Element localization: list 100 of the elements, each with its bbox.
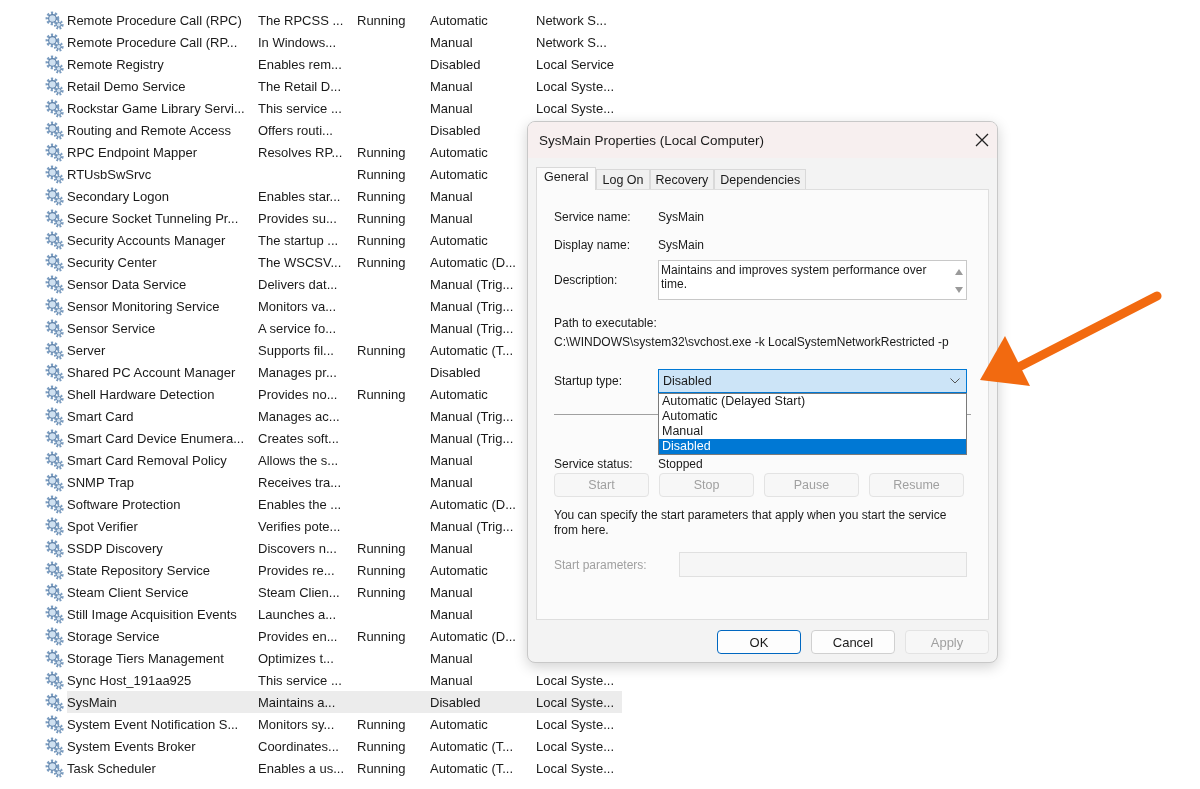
table-row[interactable]: Retail Demo Service The Retail D... Manual Local Syste...: [67, 75, 622, 97]
tab[interactable]: General: [536, 167, 597, 190]
service-description: Launches a...: [258, 606, 337, 622]
table-row[interactable]: Remote Procedure Call (RP... In Windows... Manual Network S...: [67, 31, 622, 53]
close-icon[interactable]: [975, 133, 989, 147]
dropdown-option[interactable]: Manual: [659, 424, 966, 439]
service-name[interactable]: Task Scheduler: [67, 760, 156, 776]
service-name[interactable]: System Events Broker: [67, 738, 196, 754]
service-status: Running: [357, 540, 406, 556]
service-name[interactable]: Smart Card Removal Policy: [67, 452, 227, 468]
scroll-down-icon[interactable]: [955, 287, 963, 293]
service-description: Provides su...: [258, 210, 337, 226]
dropdown-option[interactable]: Automatic: [659, 409, 966, 424]
dialog-button[interactable]: Cancel: [811, 630, 895, 654]
service-name[interactable]: Spot Verifier: [67, 518, 138, 534]
gears-icon: [44, 230, 64, 250]
log-on-as: Local Syste...: [536, 760, 615, 776]
path-value: C:\WINDOWS\system32\svchost.exe -k LocalSystemNetworkRestricted -p: [554, 335, 950, 349]
startup-type: Disabled: [430, 56, 481, 72]
service-name[interactable]: Sync Host_191aa925: [67, 672, 192, 688]
service-name[interactable]: RTUsbSwSrvc: [67, 166, 152, 182]
startup-type: Automatic: [430, 386, 488, 402]
startup-type: Automatic: [430, 166, 488, 182]
log-on-as: Local Syste...: [536, 738, 615, 754]
table-row[interactable]: Remote Registry Enables rem... Disabled Local Service: [67, 53, 622, 75]
dropdown-option[interactable]: Disabled: [659, 439, 966, 454]
dialog-button[interactable]: OK: [717, 630, 801, 654]
service-name[interactable]: SSDP Discovery: [67, 540, 163, 556]
gears-icon: [44, 164, 64, 184]
service-description: The Retail D...: [258, 78, 342, 94]
startup-type: Manual: [430, 606, 473, 622]
log-on-as: Network S...: [536, 12, 607, 28]
scroll-up-icon[interactable]: [955, 269, 963, 275]
service-name[interactable]: Sensor Service: [67, 320, 156, 336]
startup-type: Automatic (D...: [430, 254, 516, 270]
service-description: Enables star...: [258, 188, 341, 204]
service-description: Steam Clien...: [258, 584, 340, 600]
service-description: This service ...: [258, 100, 342, 116]
service-name[interactable]: Shell Hardware Detection: [67, 386, 215, 402]
startup-type: Manual: [430, 650, 473, 666]
service-description: The WSCSV...: [258, 254, 342, 270]
log-on-as: Network S...: [536, 34, 607, 50]
service-name[interactable]: Rockstar Game Library Servi...: [67, 100, 245, 116]
service-name[interactable]: Remote Registry: [67, 56, 164, 72]
service-name[interactable]: Security Accounts Manager: [67, 232, 226, 248]
service-description: Enables the ...: [258, 496, 342, 512]
service-name[interactable]: Steam Client Service: [67, 584, 189, 600]
service-name[interactable]: Secondary Logon: [67, 188, 169, 204]
service-name[interactable]: Storage Service: [67, 628, 160, 644]
service-name[interactable]: Sensor Monitoring Service: [67, 298, 220, 314]
gears-icon: [44, 10, 64, 30]
service-name[interactable]: Server: [67, 342, 106, 358]
table-row[interactable]: Task Scheduler Enables a us... Running Automatic (T... Local Syste...: [67, 757, 622, 779]
table-row[interactable]: System Event Notification S... Monitors sy... Running Automatic Local Syste...: [67, 713, 622, 735]
startup-type: Manual: [430, 672, 473, 688]
startup-type: Disabled: [430, 694, 481, 710]
service-description: Provides no...: [258, 386, 338, 402]
service-name[interactable]: RPC Endpoint Mapper: [67, 144, 198, 160]
service-name[interactable]: Smart Card Device Enumera...: [67, 430, 244, 446]
service-name[interactable]: Software Protection: [67, 496, 181, 512]
table-row[interactable]: Remote Procedure Call (RPC) The RPCSS ... Running Automatic Network S...: [67, 9, 622, 31]
service-name[interactable]: Remote Procedure Call (RP...: [67, 34, 238, 50]
path-label: Path to executable:: [554, 316, 658, 330]
service-name[interactable]: Still Image Acquisition Events: [67, 606, 237, 622]
service-name[interactable]: Smart Card: [67, 408, 134, 424]
tab[interactable]: Dependencies: [714, 169, 807, 190]
service-name[interactable]: Routing and Remote Access: [67, 122, 232, 138]
service-name[interactable]: Retail Demo Service: [67, 78, 186, 94]
gears-icon: [44, 384, 64, 404]
service-name[interactable]: Shared PC Account Manager: [67, 364, 236, 380]
startup-type: Automatic: [430, 232, 488, 248]
service-name[interactable]: Storage Tiers Management: [67, 650, 224, 666]
service-name[interactable]: Remote Procedure Call (RPC): [67, 12, 242, 28]
service-name[interactable]: Security Center: [67, 254, 157, 270]
service-status: Running: [357, 166, 406, 182]
service-status: Running: [357, 232, 406, 248]
service-name[interactable]: SNMP Trap: [67, 474, 134, 490]
startup-type: Manual (Trig...: [430, 298, 514, 314]
startup-type: Manual: [430, 34, 473, 50]
gears-icon: [44, 76, 64, 96]
tab[interactable]: Log On: [596, 169, 650, 190]
dropdown-option[interactable]: Automatic (Delayed Start): [659, 394, 966, 409]
gears-icon: [44, 692, 64, 712]
service-name[interactable]: Secure Socket Tunneling Pr...: [67, 210, 239, 226]
service-name[interactable]: System Event Notification S...: [67, 716, 239, 732]
display-name-label: Display name:: [554, 238, 632, 252]
table-row[interactable]: SysMain Maintains a... Disabled Local Syste...: [67, 691, 622, 713]
service-name[interactable]: Sensor Data Service: [67, 276, 187, 292]
service-description: Maintains a...: [258, 694, 336, 710]
service-description: Supports fil...: [258, 342, 334, 358]
service-name[interactable]: State Repository Service: [67, 562, 211, 578]
table-row[interactable]: Sync Host_191aa925 This service ... Manual Local Syste...: [67, 669, 622, 691]
startup-type: Manual (Trig...: [430, 320, 514, 336]
service-description: The RPCSS ...: [258, 12, 344, 28]
start-parameters-field[interactable]: [679, 552, 967, 577]
startup-type-dropdown[interactable]: Disabled: [658, 369, 967, 393]
startup-type: Manual (Trig...: [430, 430, 514, 446]
table-row[interactable]: Rockstar Game Library Servi... This service ... Manual Local Syste...: [67, 97, 622, 119]
table-row[interactable]: System Events Broker Coordinates... Running Automatic (T... Local Syste...: [67, 735, 622, 757]
service-description: A service fo...: [258, 320, 337, 336]
